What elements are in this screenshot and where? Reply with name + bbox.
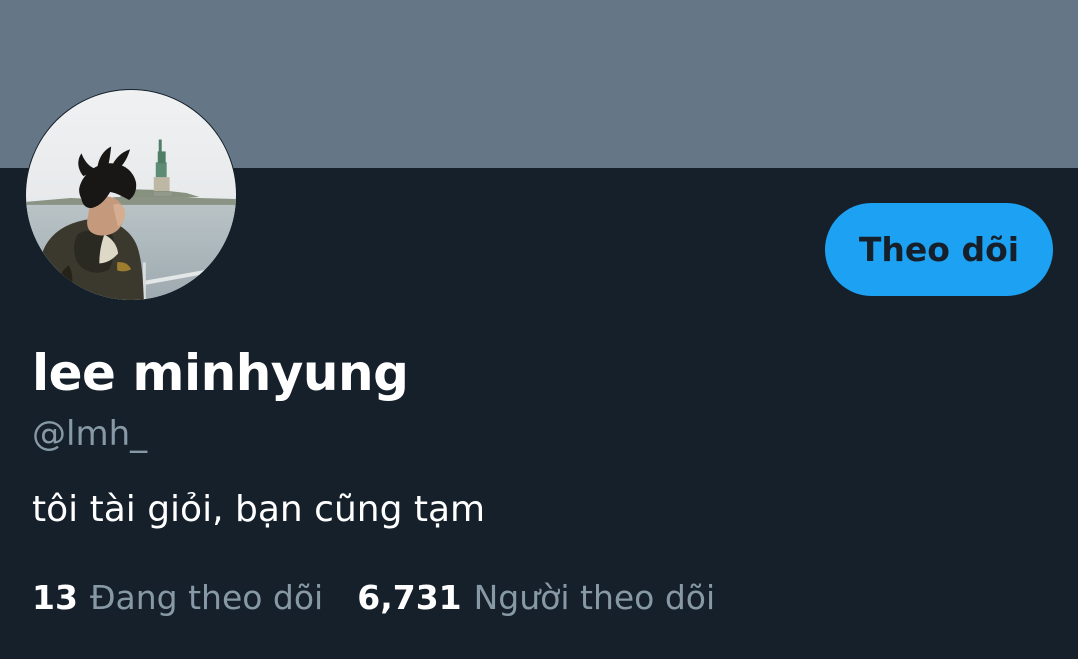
user-handle: @lmh_ (32, 414, 148, 454)
profile-stats: 13 Đang theo dõi 6,731 Người theo dõi (32, 575, 715, 621)
followers-label: Người theo dõi (473, 578, 716, 617)
display-name: lee minhyung (32, 344, 409, 402)
following-label: Đang theo dõi (89, 578, 324, 617)
profile-avatar[interactable] (25, 89, 237, 301)
profile-bio: tôi tài giỏi, bạn cũng tạm (32, 489, 486, 530)
following-count: 13 (32, 578, 78, 617)
profile-photo-icon (26, 90, 236, 300)
follow-button[interactable]: Theo dõi (825, 203, 1053, 296)
followers-stat[interactable]: 6,731 Người theo dõi (357, 575, 715, 621)
following-stat[interactable]: 13 Đang theo dõi (32, 575, 323, 621)
followers-count: 6,731 (357, 578, 462, 617)
